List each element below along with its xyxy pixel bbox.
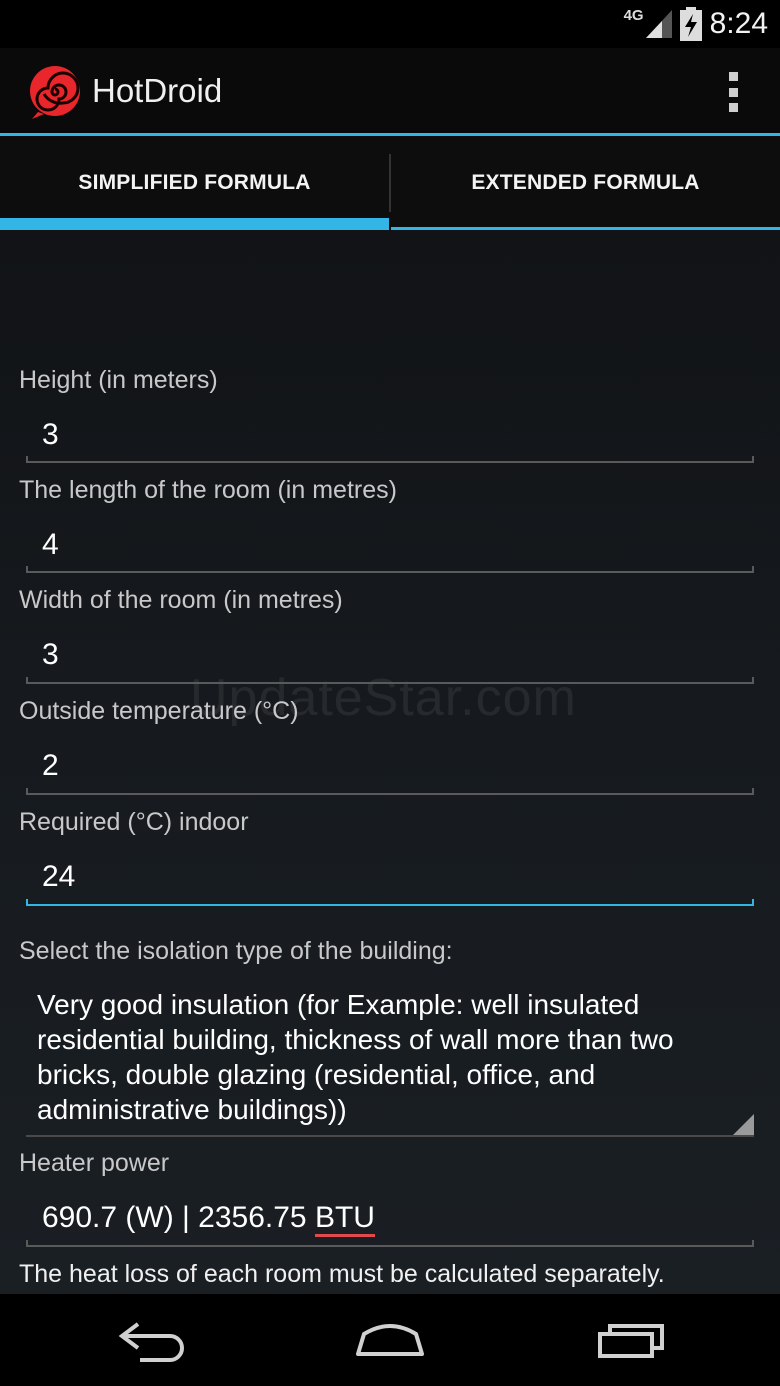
width-label: Width of the room (in metres) [19, 586, 343, 614]
height-label: Height (in meters) [19, 366, 218, 394]
length-input[interactable]: 4 [26, 520, 754, 576]
battery-charging-icon [679, 7, 702, 41]
home-icon[interactable] [350, 1314, 430, 1366]
isolation-type-spinner[interactable]: Very good insulation (for Example: well … [26, 984, 754, 1140]
status-bar: 4G 8:24 [0, 0, 780, 48]
tab-extended-formula[interactable]: EXTENDED FORMULA [391, 136, 780, 230]
isolation-type-selected: Very good insulation (for Example: well … [37, 989, 674, 1125]
heater-power-value: 690.7 (W) | 2356.75 BTU [42, 1201, 375, 1237]
indoor-temperature-value: 24 [42, 860, 76, 893]
outside-temperature-input[interactable]: 2 [26, 741, 754, 797]
width-value: 3 [42, 638, 59, 671]
heat-loss-note: The heat loss of each room must be calcu… [19, 1260, 665, 1288]
isolation-type-label: Select the isolation type of the buildin… [19, 937, 453, 965]
network-type-label: 4G [623, 6, 644, 24]
tab-bar: SIMPLIFIED FORMULA EXTENDED FORMULA [0, 136, 780, 230]
indoor-temperature-input[interactable]: 24 [26, 852, 754, 908]
back-icon[interactable] [112, 1314, 192, 1366]
form-content[interactable]: UpdateStar.com Height (in meters) 3 The … [0, 230, 780, 1294]
action-bar: HotDroid [0, 48, 780, 136]
app-logo-icon [30, 66, 80, 119]
recents-icon[interactable] [592, 1314, 672, 1366]
length-label: The length of the room (in metres) [19, 476, 397, 504]
heater-power-label: Heater power [19, 1149, 170, 1177]
clock: 8:24 [709, 7, 768, 40]
heater-power-number: 690.7 (W) | 2356.75 [42, 1201, 315, 1234]
spinner-dropdown-icon [732, 1114, 754, 1136]
app-title: HotDroid [92, 72, 223, 109]
indoor-temperature-label: Required (°C) indoor [19, 808, 249, 836]
tab-simplified-formula[interactable]: SIMPLIFIED FORMULA [0, 136, 389, 230]
status-icons: 4G 8:24 [624, 6, 768, 42]
tab-indicator-active [0, 218, 389, 230]
outside-temperature-label: Outside temperature (°C) [19, 697, 299, 725]
height-value: 3 [42, 418, 59, 451]
outside-temperature-value: 2 [42, 749, 59, 782]
navigation-bar [0, 1294, 780, 1386]
heater-power-unit: BTU [314, 1201, 375, 1237]
length-value: 4 [42, 528, 59, 561]
signal-icon [645, 10, 672, 38]
heater-power-output[interactable]: 690.7 (W) | 2356.75 BTU [26, 1194, 754, 1250]
overflow-menu-icon[interactable] [726, 72, 740, 112]
width-input[interactable]: 3 [26, 630, 754, 686]
height-input[interactable]: 3 [26, 410, 754, 466]
